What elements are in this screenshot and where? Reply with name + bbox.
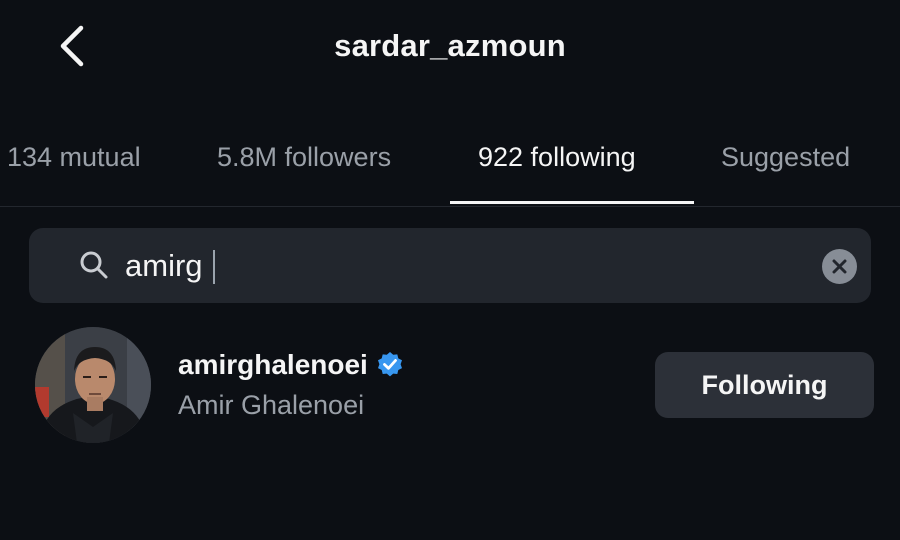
clear-search-button[interactable]	[822, 249, 857, 284]
avatar[interactable]	[35, 327, 151, 443]
avatar-image	[35, 327, 151, 443]
page-title: sardar_azmoun	[334, 28, 566, 63]
text-cursor	[213, 250, 215, 284]
clear-icon	[832, 259, 847, 274]
active-tab-indicator	[450, 201, 694, 204]
search-icon	[80, 251, 108, 279]
tab-bar: 134 mutual 5.8M followers 922 following …	[0, 128, 900, 207]
tab-followers[interactable]: 5.8M followers	[217, 142, 391, 173]
tab-following[interactable]: 922 following	[478, 142, 636, 173]
username-line: amirghalenoei	[178, 349, 404, 381]
username[interactable]: amirghalenoei	[178, 349, 368, 381]
verified-badge-icon	[376, 351, 404, 379]
following-list-screen: sardar_azmoun 134 mutual 5.8M followers …	[0, 0, 900, 540]
header: sardar_azmoun	[0, 0, 900, 95]
list-item[interactable]: amirghalenoei Amir Ghalenoei Following	[0, 320, 900, 450]
search-input[interactable]	[125, 238, 825, 294]
tab-suggested[interactable]: Suggested	[721, 142, 850, 173]
tab-mutual[interactable]: 134 mutual	[7, 142, 141, 173]
full-name: Amir Ghalenoei	[178, 390, 365, 420]
search-bar[interactable]	[29, 228, 871, 303]
following-button[interactable]: Following	[655, 352, 874, 418]
